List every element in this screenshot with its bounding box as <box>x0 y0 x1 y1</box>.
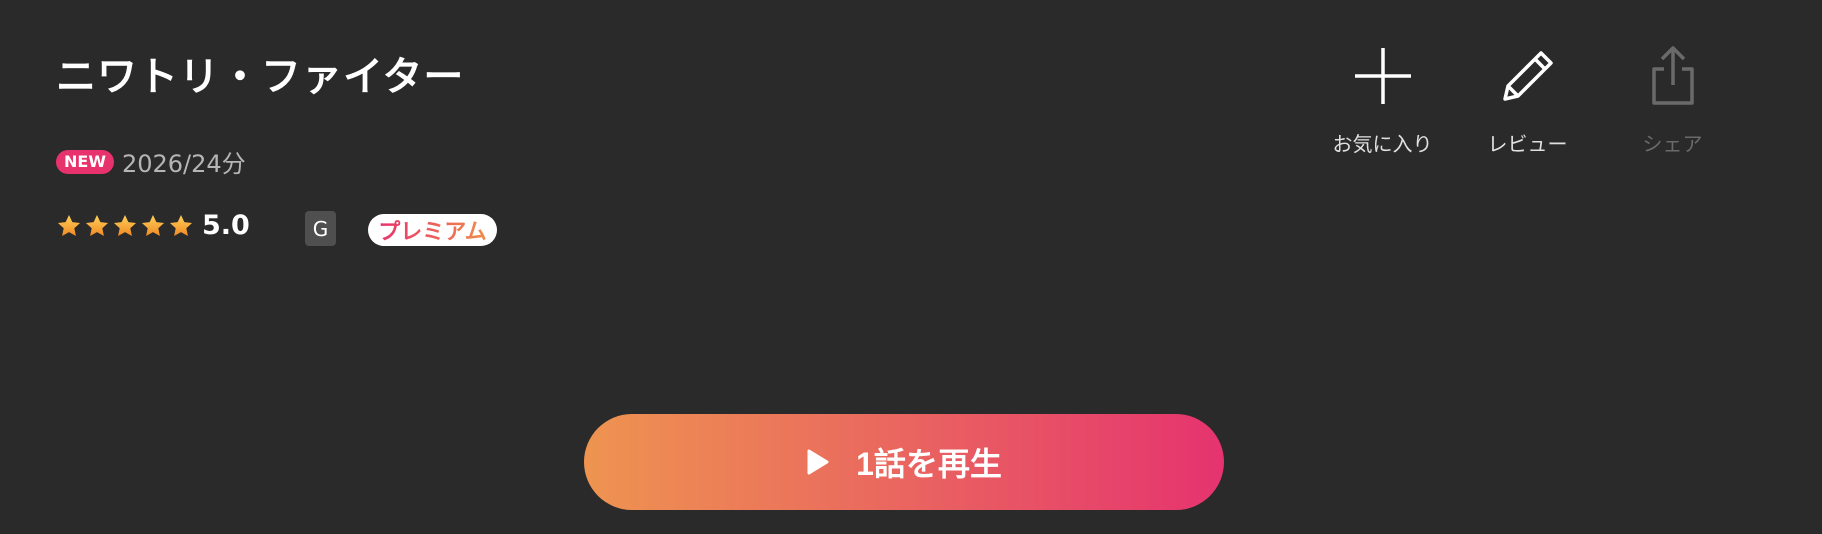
rating-row: 5.0 <box>56 210 250 241</box>
star-icon <box>113 214 137 236</box>
action-bar: お気に入り レビュー シェア <box>1310 44 1745 157</box>
rating-value: 5.0 <box>202 210 250 241</box>
star-icon <box>57 214 81 236</box>
star-icon <box>169 214 193 236</box>
star-icon <box>85 214 109 236</box>
title-detail-panel: ニワトリ・ファイター NEW 2026/24分 5.0 G プレミアム お気に入… <box>0 0 1822 534</box>
play-icon <box>807 449 829 475</box>
play-episode-button[interactable]: 1話を再生 <box>584 414 1224 510</box>
play-button-label: 1話を再生 <box>856 446 1002 482</box>
review-label: レビュー <box>1487 132 1568 156</box>
share-button[interactable]: シェア <box>1600 44 1745 157</box>
favorite-label: お気に入り <box>1332 132 1433 156</box>
new-badge: NEW <box>56 149 114 174</box>
premium-label: プレミアム <box>378 214 486 246</box>
share-label: シェア <box>1642 132 1703 156</box>
share-icon <box>1641 44 1705 108</box>
page-title: ニワトリ・ファイター <box>56 54 465 100</box>
plus-icon <box>1351 44 1415 108</box>
star-icon <box>141 214 165 236</box>
age-rating-badge: G <box>305 211 336 246</box>
meta-row: NEW 2026/24分 <box>56 144 246 179</box>
review-button[interactable]: レビュー <box>1455 44 1600 157</box>
year-duration: 2026/24分 <box>121 150 246 178</box>
star-rating <box>56 213 194 239</box>
pencil-icon <box>1496 44 1560 108</box>
premium-badge: プレミアム <box>368 214 497 246</box>
favorite-button[interactable]: お気に入り <box>1310 44 1455 157</box>
